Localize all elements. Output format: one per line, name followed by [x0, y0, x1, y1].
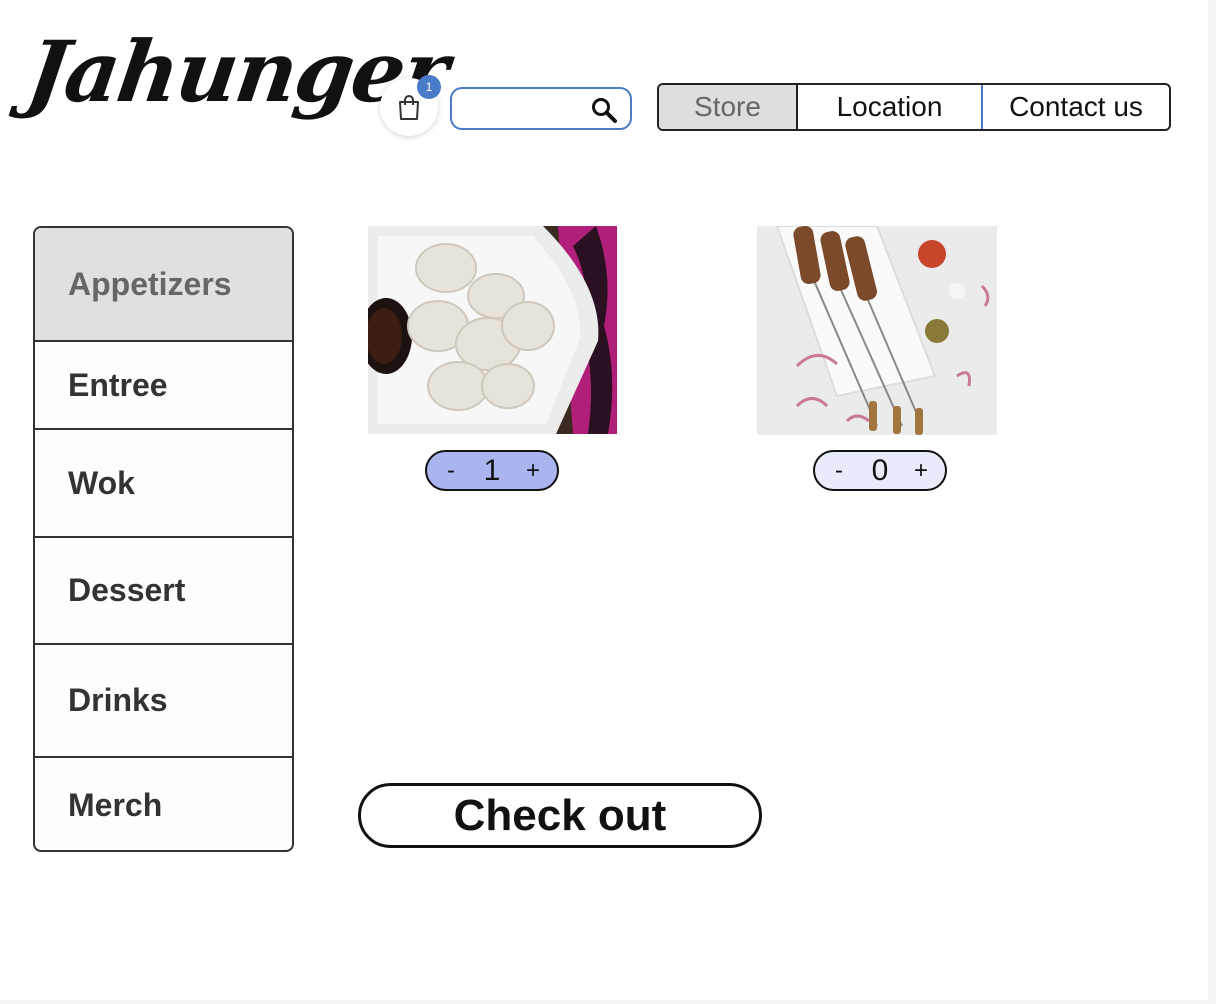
tab-store[interactable]: Store: [659, 85, 798, 129]
quantity-value: 0: [871, 453, 889, 487]
sidebar-item-entree[interactable]: Entree: [35, 342, 292, 430]
top-navigation: Store Location Contact us: [657, 83, 1171, 131]
sidebar-item-wok[interactable]: Wok: [35, 430, 292, 538]
tab-location[interactable]: Location: [798, 85, 983, 129]
shopping-bag-icon: [399, 95, 419, 120]
search-input[interactable]: [462, 97, 587, 121]
quantity-value: 1: [483, 453, 501, 487]
increment-button[interactable]: +: [523, 457, 543, 485]
sidebar-item-merch[interactable]: Merch: [35, 758, 292, 850]
sidebar-item-drinks[interactable]: Drinks: [35, 645, 292, 758]
category-sidebar: Appetizers Entree Wok Dessert Drinks Mer…: [33, 226, 294, 852]
sidebar-item-appetizers[interactable]: Appetizers: [35, 228, 292, 342]
skewers-photo[interactable]: [757, 226, 997, 435]
sidebar-item-dessert[interactable]: Dessert: [35, 538, 292, 645]
app-frame: Jahunger 1 Store Location Contact us App…: [0, 0, 1208, 1000]
quantity-stepper: - 0 +: [813, 450, 947, 491]
increment-button[interactable]: +: [911, 457, 931, 485]
checkout-button[interactable]: Check out: [358, 783, 762, 848]
dumplings-photo[interactable]: [368, 226, 617, 434]
quantity-stepper: - 1 +: [425, 450, 559, 491]
tab-contact-us[interactable]: Contact us: [983, 85, 1169, 129]
cart-count-badge: 1: [417, 75, 441, 99]
decrement-button[interactable]: -: [441, 457, 461, 485]
decrement-button[interactable]: -: [829, 457, 849, 485]
search-icon[interactable]: [590, 96, 618, 124]
search-box[interactable]: [450, 87, 632, 130]
